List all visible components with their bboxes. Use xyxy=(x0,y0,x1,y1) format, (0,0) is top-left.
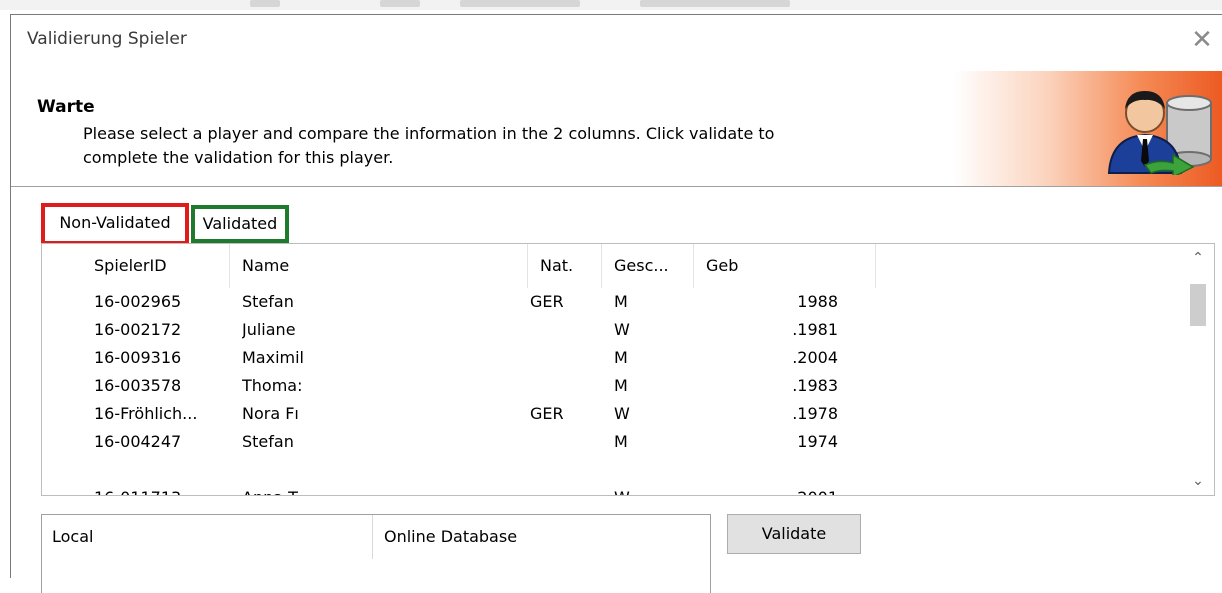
cell-geschlecht: W xyxy=(614,404,630,423)
cell-nat xyxy=(530,484,590,495)
online-database-column-header: Online Database xyxy=(384,527,518,546)
cell-name: Juliane xyxy=(242,320,296,339)
cell-spielerid: 16-002965 xyxy=(94,292,182,311)
cell-geschlecht: M xyxy=(614,348,628,367)
table-row[interactable]: 16-009316 Maximil M .2004 xyxy=(42,344,1182,372)
scroll-down-icon[interactable]: ⌄ xyxy=(1182,467,1214,495)
cell-spielerid: 16-002172 xyxy=(94,320,182,339)
list-header: SpielerID Name Nat. Gesc... Geb xyxy=(42,244,1182,288)
column-header-geschlecht[interactable]: Gesc... xyxy=(602,244,694,288)
cell-name: Thoma: xyxy=(242,376,303,395)
tab-non-validated[interactable]: Non-Validated xyxy=(41,203,189,245)
cell-geschlecht: W xyxy=(614,320,630,339)
column-header-spielerid[interactable]: SpielerID xyxy=(82,244,230,288)
close-icon[interactable]: ✕ xyxy=(1187,25,1217,55)
cell-geb: .1983 xyxy=(792,376,838,395)
cell-spielerid: 16-Fröhlich... xyxy=(94,404,198,423)
cell-nat xyxy=(530,428,590,456)
window-title: Validierung Spieler xyxy=(27,29,187,49)
cell-name: Stefan xyxy=(242,432,294,451)
cell-geb: .1981 xyxy=(792,320,838,339)
cell-geb: .2004 xyxy=(792,348,838,367)
table-row[interactable]: 16-011713 Anna T W .2001 xyxy=(42,484,1182,495)
header-description: Please select a player and compare the i… xyxy=(83,124,775,167)
header-panel: Warte Please select a player and compare… xyxy=(11,71,1222,187)
table-row[interactable]: 16-002965 Stefan GER M 1988 xyxy=(42,288,1182,316)
table-row[interactable]: 16-003578 Thoma: M .1983 xyxy=(42,372,1182,400)
cell-spielerid: 16-004247 xyxy=(94,432,182,451)
cell-nat: GER xyxy=(530,292,564,311)
cell-nat xyxy=(530,372,590,400)
cell-name: Maximil xyxy=(242,348,304,367)
cell-geb: .1978 xyxy=(792,404,838,423)
scrollbar-thumb[interactable] xyxy=(1190,284,1206,326)
cell-geschlecht: M xyxy=(614,432,628,451)
title-bar: Validierung Spieler ✕ xyxy=(11,15,1222,67)
validate-button[interactable]: Validate xyxy=(727,514,861,554)
cell-geschlecht: W xyxy=(614,484,674,495)
table-row[interactable]: 16-004247 Stefan M 1974 xyxy=(42,428,1182,456)
cell-geb: .2001 xyxy=(742,484,838,495)
user-database-sync-icon xyxy=(1107,91,1212,175)
cell-spielerid: 16-009316 xyxy=(94,348,182,367)
cell-geb: 1988 xyxy=(797,292,838,311)
header-title: Warte xyxy=(37,97,95,117)
cell-name: Nora Fı xyxy=(242,404,299,423)
cell-name: Anna T xyxy=(242,484,304,495)
tab-validated[interactable]: Validated xyxy=(191,205,289,243)
column-header-geb[interactable]: Geb xyxy=(694,244,876,288)
column-header-nat[interactable]: Nat. xyxy=(528,244,602,288)
validation-dialog: Validierung Spieler ✕ Warte Please selec… xyxy=(10,14,1222,593)
column-header-name[interactable]: Name xyxy=(230,244,528,288)
player-list[interactable]: SpielerID Name Nat. Gesc... Geb 16-00296… xyxy=(41,243,1215,496)
cell-geschlecht: M xyxy=(614,292,628,311)
vertical-scrollbar[interactable]: ⌃ ⌄ xyxy=(1182,244,1214,495)
table-row[interactable]: 16-002172 Juliane W .1981 xyxy=(42,316,1182,344)
background-window-strip xyxy=(0,0,1222,10)
table-row[interactable]: 16-Fröhlich... Nora Fı GER W .1978 xyxy=(42,400,1182,428)
cell-geb: 1974 xyxy=(797,432,838,451)
cell-spielerid: 16-011713 xyxy=(94,484,224,495)
cell-nat xyxy=(530,316,590,344)
cell-name: Stefan xyxy=(242,292,294,311)
cell-geschlecht: M xyxy=(614,376,628,395)
local-column-header: Local xyxy=(42,515,373,559)
cell-spielerid: 16-003578 xyxy=(94,376,182,395)
cell-nat: GER xyxy=(530,404,564,423)
cell-nat xyxy=(530,344,590,372)
comparison-table: Local Online Database xyxy=(41,514,711,593)
scroll-up-icon[interactable]: ⌃ xyxy=(1182,244,1214,272)
